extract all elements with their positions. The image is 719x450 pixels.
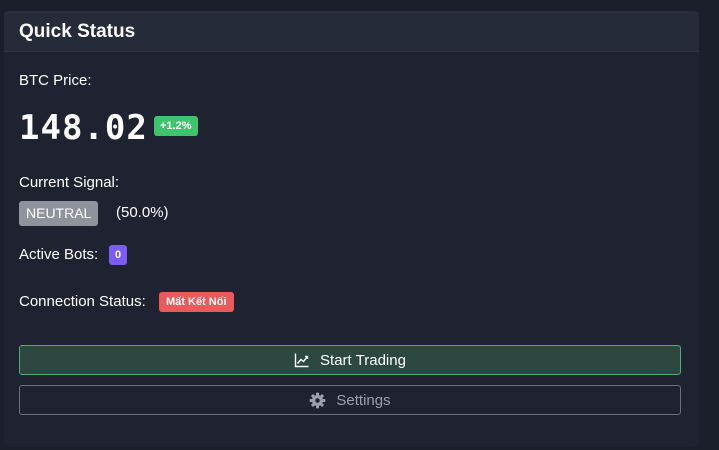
signal-badge: NEUTRAL — [19, 201, 99, 226]
quick-status-card: Quick Status BTC Price: 148.02 +1.2% Cur… — [4, 11, 699, 447]
card-title: Quick Status — [19, 21, 136, 42]
gear-icon — [309, 392, 326, 409]
btc-price-value: 148.02 — [19, 108, 148, 148]
signal-confidence: (50.0%) — [116, 204, 169, 221]
connection-status-label: Connection Status: — [19, 293, 146, 310]
settings-label: Settings — [336, 391, 391, 409]
current-signal-label: Current Signal: — [19, 174, 120, 191]
card-header: Quick Status — [4, 11, 699, 52]
connection-status-badge: Mất Kết Nối — [159, 292, 234, 312]
active-bots-count: 0 — [109, 245, 128, 265]
active-bots-label: Active Bots: — [19, 246, 99, 263]
price-change-badge: +1.2% — [154, 116, 198, 136]
settings-button[interactable]: Settings — [19, 385, 681, 415]
start-trading-button[interactable]: Start Trading — [19, 345, 681, 375]
btc-price-label: BTC Price: — [19, 72, 92, 89]
chart-line-icon — [294, 352, 310, 368]
start-trading-label: Start Trading — [320, 351, 406, 369]
